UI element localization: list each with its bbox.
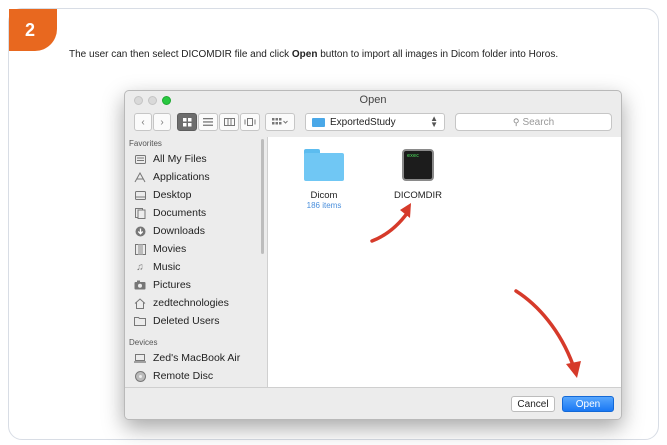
exec-badge-text: exec	[407, 153, 420, 159]
file-name: DICOMDIR	[393, 190, 443, 201]
file-name: Dicom	[310, 190, 338, 201]
sidebar-item-label: zedtechnologies	[153, 297, 229, 309]
sidebar-item-label: Movies	[153, 243, 187, 255]
favorites-header: Favorites	[129, 139, 162, 148]
column-view-button[interactable]	[219, 113, 239, 131]
forward-button[interactable]: ›	[153, 113, 171, 131]
instruction-text: The user can then select DICOMDIR file a…	[69, 49, 558, 60]
search-icon: ⚲	[512, 116, 520, 127]
sidebar-item-label: Remote Disc	[153, 370, 214, 382]
sidebar-item-remote-disc[interactable]: Remote Disc	[125, 367, 267, 385]
sidebar: Favorites All My Files Applications Desk…	[125, 137, 267, 387]
cancel-button[interactable]: Cancel	[511, 396, 555, 412]
dialog-footer: Cancel Open	[125, 387, 621, 419]
sidebar-item-label: Applications	[153, 171, 210, 183]
sidebar-item-label: Deleted Users	[153, 315, 220, 327]
sidebar-item-label: Pictures	[153, 279, 191, 291]
sidebar-item-documents[interactable]: Documents	[125, 204, 267, 222]
all-files-icon	[134, 153, 146, 165]
file-browser: Dicom 186 items exec DICOMDIR	[267, 137, 621, 387]
exec-icon: exec	[402, 149, 434, 181]
folder-icon	[134, 315, 146, 327]
disc-icon	[134, 370, 146, 382]
icon-view-icon	[182, 117, 191, 126]
search-field[interactable]: ⚲ Search	[455, 113, 612, 131]
sidebar-item-label: Zed's MacBook Air	[153, 352, 241, 364]
sidebar-item-zedtechnologies[interactable]: zedtechnologies	[125, 294, 267, 312]
file-item-dicom[interactable]: Dicom 186 items	[284, 149, 364, 210]
instruction-after: button to import all images in Dicom fol…	[317, 49, 559, 60]
back-button[interactable]: ‹	[134, 113, 152, 131]
chevron-right-icon: ›	[160, 116, 164, 128]
documents-icon	[134, 207, 146, 219]
updown-arrows-icon: ▲ ▼	[430, 114, 438, 129]
dialog-title: Open	[359, 94, 387, 106]
coverflow-view-button[interactable]	[240, 113, 260, 131]
location-popup[interactable]: ExportedStudy ▲ ▼	[305, 113, 445, 131]
sidebar-item-movies[interactable]: Movies	[125, 240, 267, 258]
sidebar-item-label: Music	[153, 261, 181, 273]
sidebar-item-music[interactable]: ♫ Music	[125, 258, 267, 276]
desktop-icon	[134, 189, 146, 201]
sidebar-item-pictures[interactable]: Pictures	[125, 276, 267, 294]
sidebar-item-label: Documents	[153, 207, 207, 219]
folder-icon	[312, 117, 325, 127]
home-icon	[134, 297, 146, 309]
applications-icon	[134, 171, 146, 183]
sidebar-item-macbook-air[interactable]: Zed's MacBook Air	[125, 349, 267, 367]
music-icon: ♫	[136, 261, 144, 273]
search-placeholder: Search	[522, 116, 555, 128]
sidebar-item-deleted-users[interactable]: Deleted Users	[125, 312, 267, 330]
list-view-icon	[203, 118, 213, 126]
sidebar-item-label: Desktop	[153, 189, 192, 201]
title-bar: Open	[125, 91, 621, 111]
sidebar-item-downloads[interactable]: Downloads	[125, 222, 267, 240]
toolbar: ‹ › ExportedStudy ▲ ▼ ⚲ Search	[125, 111, 621, 135]
instruction-before: The user can then select DICOMDIR file a…	[69, 49, 292, 60]
coverflow-view-icon	[244, 118, 256, 126]
open-dialog: Open ‹ › ExportedStudy ▲ ▼ ⚲ Search Favo…	[124, 90, 622, 420]
icon-view-button[interactable]	[177, 113, 197, 131]
movies-icon	[134, 243, 146, 255]
devices-header: Devices	[129, 338, 158, 347]
file-item-dicomdir[interactable]: exec DICOMDIR	[378, 149, 458, 201]
downloads-icon	[134, 225, 146, 237]
arrange-button[interactable]	[265, 113, 295, 131]
column-view-icon	[223, 118, 235, 126]
location-label: ExportedStudy	[330, 116, 396, 128]
sidebar-item-applications[interactable]: Applications	[125, 168, 267, 186]
sidebar-item-desktop[interactable]: Desktop	[125, 186, 267, 204]
laptop-icon	[134, 352, 146, 364]
folder-icon	[304, 149, 344, 181]
sidebar-item-label: All My Files	[153, 153, 207, 165]
file-item-count: 186 items	[306, 201, 342, 210]
chevron-left-icon: ‹	[141, 116, 145, 128]
instruction-bold: Open	[291, 49, 318, 60]
sidebar-item-all-my-files[interactable]: All My Files	[125, 150, 267, 168]
pictures-icon	[134, 279, 146, 291]
list-view-button[interactable]	[198, 113, 218, 131]
sidebar-item-label: Downloads	[153, 225, 205, 237]
step-badge: 2	[9, 9, 57, 51]
arrange-icon	[272, 118, 288, 125]
step-number: 2	[24, 19, 35, 40]
sidebar-scrollbar[interactable]	[261, 139, 264, 254]
open-button[interactable]: Open	[562, 396, 614, 412]
